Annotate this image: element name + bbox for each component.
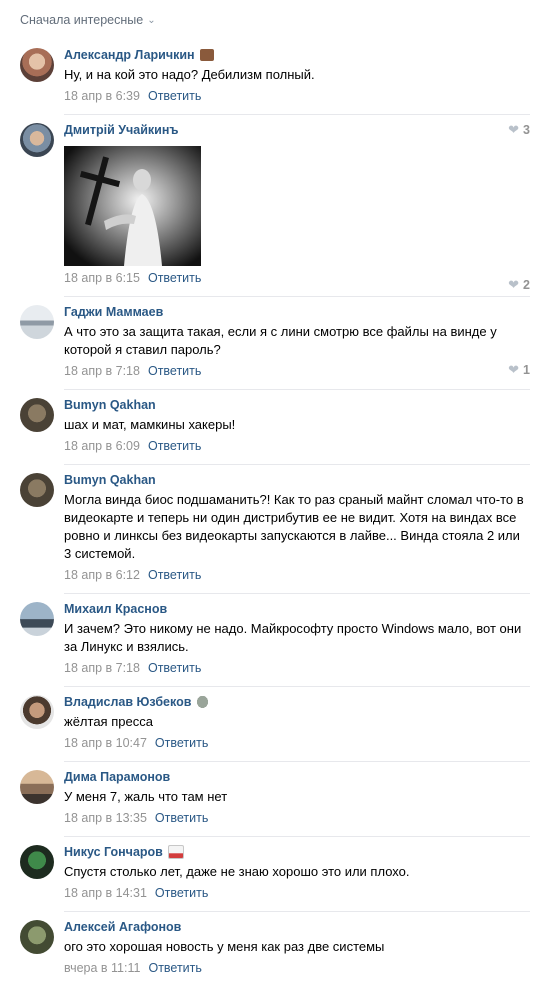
like-count: 1 <box>523 363 530 377</box>
avatar[interactable] <box>20 695 54 729</box>
comment-photo[interactable] <box>64 146 201 266</box>
comment: Дима Парамонов У меня 7, жаль что там не… <box>0 762 550 837</box>
sort-selector[interactable]: Сначала интересные ⌄ <box>0 0 550 40</box>
comment: Владислав Юзбеков жёлтая пресса 18 апр в… <box>0 687 550 762</box>
comment-author[interactable]: Никус Гончаров <box>64 844 163 860</box>
reply-button[interactable]: Ответить <box>148 439 201 453</box>
avatar[interactable] <box>20 845 54 879</box>
heart-icon: ❤ <box>508 277 520 292</box>
avatar[interactable] <box>20 473 54 507</box>
reply-button[interactable]: Ответить <box>148 568 201 582</box>
avatar[interactable] <box>20 48 54 82</box>
comment-author[interactable]: Bumyn Qakhan <box>64 472 156 488</box>
comment-author[interactable]: Bumyn Qakhan <box>64 397 156 413</box>
comment-text: Спустя столько лет, даже не знаю хорошо … <box>64 864 410 879</box>
avatar[interactable] <box>20 305 54 339</box>
comment-author[interactable]: Гаджи Маммаев <box>64 304 163 320</box>
alien-emoji-icon <box>196 695 210 709</box>
reply-button[interactable]: Ответить <box>148 961 201 975</box>
comment: Дмитрій Учайкинъ 18 апр в 6:15 Ответить <box>0 115 550 297</box>
comment: Михаил Краснов И зачем? Это никому не на… <box>0 594 550 687</box>
avatar[interactable] <box>20 398 54 432</box>
avatar[interactable] <box>20 602 54 636</box>
comment-author[interactable]: Александр Ларичкин <box>64 47 195 63</box>
reply-button[interactable]: Ответить <box>155 736 208 750</box>
comment-author[interactable]: Дмитрій Учайкинъ <box>64 122 179 138</box>
comment: Никус Гончаров Спустя столько лет, даже … <box>0 837 550 912</box>
like-count: 2 <box>523 278 530 292</box>
comment-author[interactable]: Дима Парамонов <box>64 769 170 785</box>
comment-date[interactable]: 18 апр в 6:09 <box>64 439 140 453</box>
comment-text: И зачем? Это никому не надо. Майкрософту… <box>64 621 522 654</box>
comment-text: Ну, и на кой это надо? Дебилизм полный. <box>64 67 315 82</box>
reply-button[interactable]: Ответить <box>148 271 201 285</box>
comment-date[interactable]: 18 апр в 14:31 <box>64 886 147 900</box>
avatar[interactable] <box>20 123 54 157</box>
reply-button[interactable]: Ответить <box>148 661 201 675</box>
comment-date[interactable]: 18 апр в 10:47 <box>64 736 147 750</box>
ambulance-emoji-icon <box>167 845 184 859</box>
comment-date[interactable]: вчера в 11:11 <box>64 961 140 975</box>
comment-date[interactable]: 18 апр в 6:12 <box>64 568 140 582</box>
comment: Гаджи Маммаев А что это за защита такая,… <box>0 297 550 390</box>
comment-author[interactable]: Михаил Краснов <box>64 601 167 617</box>
sort-label: Сначала интересные <box>20 13 144 27</box>
comment: Александр Ларичкин Ну, и на кой это надо… <box>0 40 550 137</box>
comment: Bumyn Qakhan Могла винда биос подшаманит… <box>0 465 550 594</box>
comment: Алексей Агафонов ого это хорошая новость… <box>0 912 550 986</box>
comment-text: ого это хорошая новость у меня как раз д… <box>64 939 385 954</box>
comment-date[interactable]: 18 апр в 7:18 <box>64 661 140 675</box>
comment-date[interactable]: 18 апр в 13:35 <box>64 811 147 825</box>
comment-date[interactable]: 18 апр в 6:15 <box>64 271 140 285</box>
comment-text: У меня 7, жаль что там нет <box>64 789 228 804</box>
comment-author[interactable]: Алексей Агафонов <box>64 919 181 935</box>
reply-button[interactable]: Ответить <box>155 886 208 900</box>
like-button[interactable]: ❤ 2 <box>508 277 530 293</box>
comment-date[interactable]: 18 апр в 7:18 <box>64 364 140 378</box>
chevron-down-icon: ⌄ <box>147 14 156 26</box>
reply-button[interactable]: Ответить <box>155 811 208 825</box>
comment-text: шах и мат, мамкины хакеры! <box>64 417 236 432</box>
briefcase-emoji-icon <box>199 49 214 61</box>
avatar[interactable] <box>20 920 54 954</box>
comment: Bumyn Qakhan шах и мат, мамкины хакеры! … <box>0 390 550 465</box>
reply-button[interactable]: Ответить <box>148 89 201 103</box>
comment-text: Могла винда биос подшаманить?! Как то ра… <box>64 492 524 561</box>
heart-icon: ❤ <box>508 362 520 377</box>
comment-author[interactable]: Владислав Юзбеков <box>64 694 191 710</box>
like-button[interactable]: ❤ 1 <box>508 362 530 378</box>
reply-button[interactable]: Ответить <box>148 364 201 378</box>
comment-date[interactable]: 18 апр в 6:39 <box>64 89 140 103</box>
avatar[interactable] <box>20 770 54 804</box>
comment-text: жёлтая пресса <box>64 714 153 729</box>
comment-text: А что это за защита такая, если я с лини… <box>64 324 497 357</box>
